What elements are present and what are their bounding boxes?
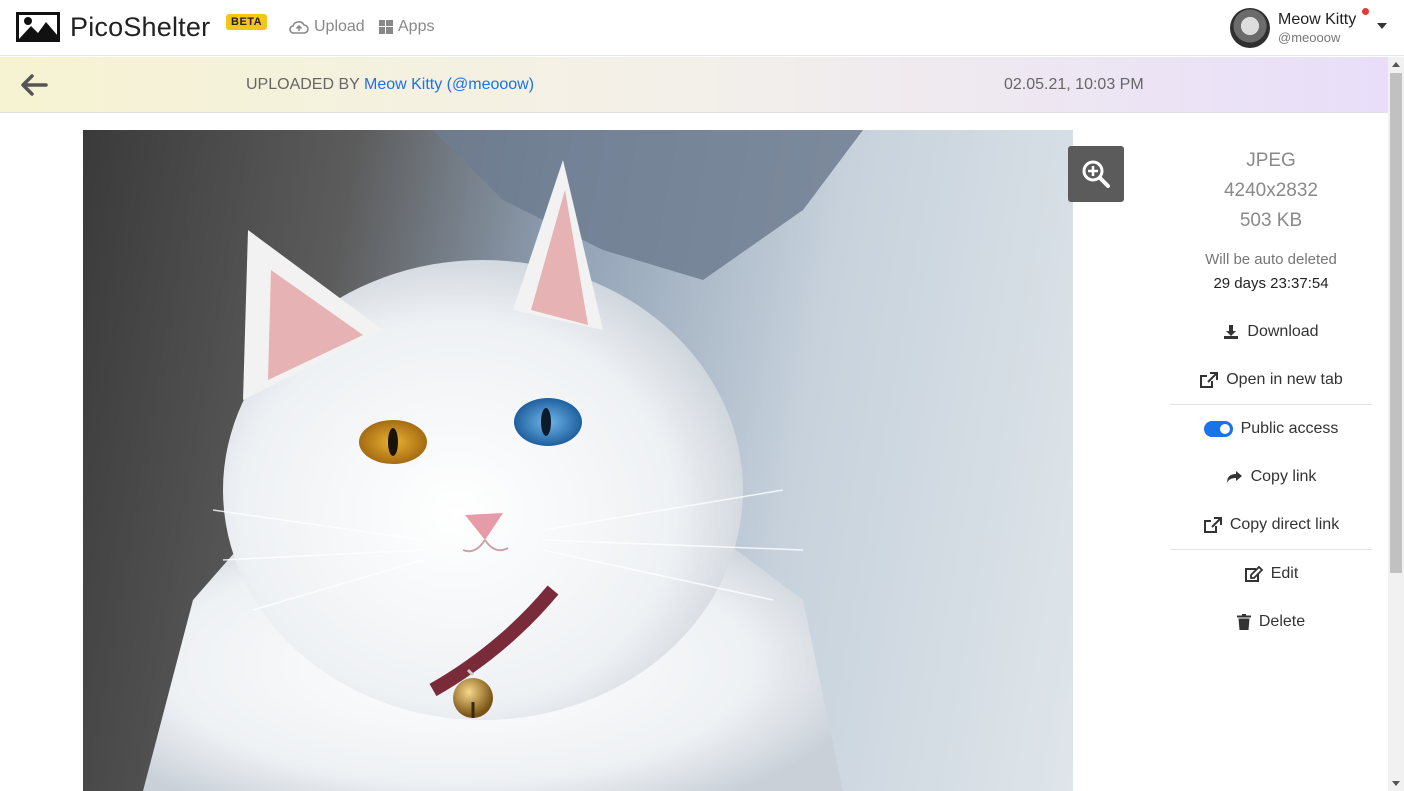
user-menu[interactable]: Meow Kitty @meooow — [1230, 8, 1369, 48]
nav-upload[interactable]: Upload — [289, 18, 365, 36]
external-link-icon — [1200, 371, 1219, 388]
download-button[interactable]: Download — [1170, 308, 1372, 356]
back-arrow-icon[interactable] — [18, 69, 50, 101]
avatar — [1230, 8, 1270, 48]
open-new-tab-button[interactable]: Open in new tab — [1170, 356, 1372, 404]
uploaded-image — [83, 130, 1073, 791]
image-format: JPEG — [1246, 150, 1296, 171]
zoom-button[interactable] — [1068, 146, 1124, 202]
edit-button[interactable]: Edit — [1170, 550, 1372, 598]
download-icon — [1224, 325, 1239, 339]
cloud-upload-icon — [289, 21, 309, 34]
scroll-thumb[interactable] — [1390, 73, 1402, 573]
delete-button[interactable]: Delete — [1170, 598, 1372, 646]
image-logo-icon — [16, 12, 60, 42]
public-access-label: Public access — [1240, 420, 1339, 437]
image-size: 503 KB — [1239, 210, 1303, 231]
external-link-icon — [1203, 516, 1222, 533]
edit-label: Edit — [1270, 565, 1299, 582]
app-logo[interactable]: PicoShelter — [16, 12, 210, 42]
public-access-toggle[interactable]: Public access — [1170, 405, 1372, 453]
open-new-tab-label: Open in new tab — [1226, 371, 1343, 388]
auto-delete-countdown: 29 days 23:37:54 — [1213, 275, 1329, 292]
chevron-down-icon[interactable] — [1377, 23, 1387, 29]
trash-icon — [1236, 614, 1251, 630]
edit-icon — [1244, 565, 1263, 582]
windows-icon — [379, 20, 393, 34]
nav-upload-label: Upload — [314, 18, 365, 35]
top-navbar: PicoShelter BETA Upload Apps Meow Kitty … — [0, 0, 1404, 56]
image-side-panel: JPEG 4240x2832 503 KB Will be auto delet… — [1170, 146, 1372, 646]
image-dimensions: 4240x2832 — [1223, 180, 1319, 201]
share-arrow-icon — [1226, 471, 1242, 483]
app-name: PicoShelter — [70, 12, 211, 42]
user-name: Meow Kitty — [1278, 11, 1357, 28]
download-label: Download — [1247, 323, 1319, 340]
delete-label: Delete — [1258, 613, 1306, 630]
user-handle: @meooow — [1278, 30, 1341, 45]
copy-direct-link-button[interactable]: Copy direct link — [1170, 501, 1372, 549]
zoom-in-icon — [1082, 160, 1110, 188]
cat-photo — [143, 130, 863, 791]
upload-info-bar: UPLOADED BY Meow Kitty (@meooow) 02.05.2… — [0, 57, 1388, 113]
copy-link-label: Copy link — [1250, 468, 1317, 485]
beta-badge: BETA — [226, 14, 268, 30]
scroll-up-icon[interactable] — [1392, 62, 1400, 67]
uploader-link[interactable]: Meow Kitty (@meooow) — [364, 76, 534, 93]
copy-link-button[interactable]: Copy link — [1170, 453, 1372, 501]
notification-dot — [1362, 8, 1369, 15]
uploaded-by: UPLOADED BY Meow Kitty (@meooow) — [246, 76, 534, 94]
auto-delete-label: Will be auto deleted — [1205, 251, 1337, 268]
nav-apps-label: Apps — [398, 18, 435, 35]
page-scrollbar[interactable] — [1388, 57, 1404, 791]
copy-direct-link-label: Copy direct link — [1229, 516, 1340, 533]
scroll-down-icon[interactable] — [1392, 781, 1400, 786]
uploaded-by-label: UPLOADED BY — [246, 76, 360, 93]
upload-date: 02.05.21, 10:03 PM — [1004, 76, 1144, 93]
toggle-switch[interactable] — [1203, 421, 1233, 437]
nav-apps[interactable]: Apps — [379, 18, 434, 36]
